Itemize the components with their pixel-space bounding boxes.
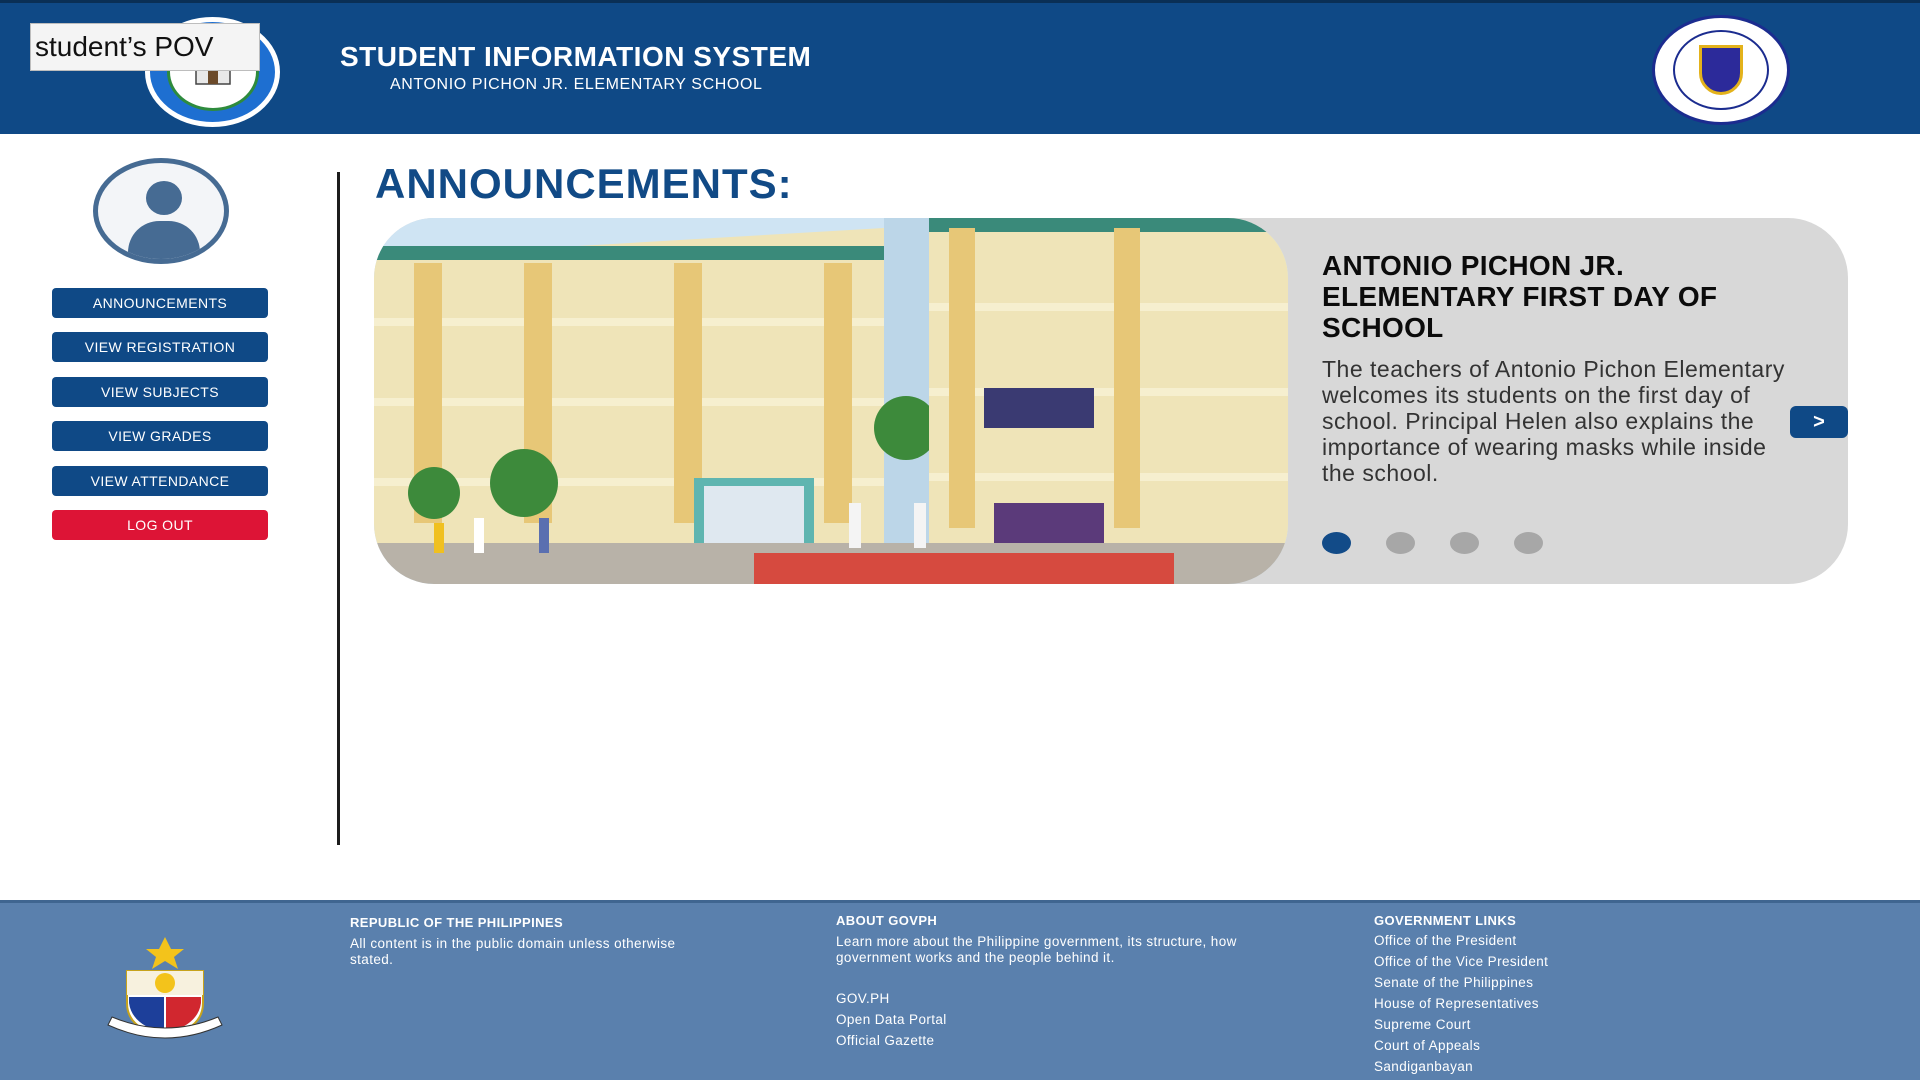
carousel-dot[interactable] <box>1322 532 1351 554</box>
footer-col-about: ABOUT GOVPH Learn more about the Philipp… <box>836 913 1306 1051</box>
avatar[interactable] <box>93 158 229 264</box>
carousel-dot[interactable] <box>1386 532 1415 554</box>
footer-text: Learn more about the Philippine governme… <box>836 934 1237 965</box>
footer-col-republic: REPUBLIC OF THE PHILIPPINES All content … <box>350 915 690 968</box>
footer-link-senate[interactable]: Senate of the Philippines <box>1374 972 1694 993</box>
footer-heading: GOVERNMENT LINKS <box>1374 913 1517 928</box>
announcement-body: The teachers of Antonio Pichon Elementar… <box>1322 356 1785 486</box>
page-title: ANNOUNCEMENTS: <box>375 160 793 207</box>
nav-view-attendance-button[interactable]: VIEW ATTENDANCE <box>52 466 268 496</box>
footer-link-house[interactable]: House of Representatives <box>1374 993 1694 1014</box>
footer-link-court-of-appeals[interactable]: Court of Appeals <box>1374 1035 1694 1056</box>
site-footer: REPUBLIC OF THE PHILIPPINES All content … <box>0 900 1920 1080</box>
philippine-seal-icon <box>107 937 223 1039</box>
footer-link-govph[interactable]: GOV.PH <box>836 988 1306 1009</box>
user-icon <box>146 181 182 215</box>
announcement-carousel: ANTONIO PICHON JR. ELEMENTARY FIRST DAY … <box>374 218 1848 584</box>
nav-view-grades-button[interactable]: VIEW GRADES <box>52 421 268 451</box>
footer-link-open-data[interactable]: Open Data Portal <box>836 1009 1306 1030</box>
footer-link-sandiganbayan[interactable]: Sandiganbayan <box>1374 1056 1694 1077</box>
footer-link-official-gazette[interactable]: Official Gazette <box>836 1030 1306 1051</box>
footer-heading: ABOUT GOVPH <box>836 913 938 928</box>
footer-link-president[interactable]: Office of the President <box>1374 930 1694 951</box>
deped-seal-icon <box>1673 30 1769 110</box>
sidebar-divider <box>337 172 340 845</box>
announcement-photo <box>374 218 1288 584</box>
footer-link-vice-president[interactable]: Office of the Vice President <box>1374 951 1694 972</box>
carousel-dots <box>1322 532 1543 554</box>
carousel-dot[interactable] <box>1450 532 1479 554</box>
footer-heading: REPUBLIC OF THE PHILIPPINES <box>350 915 564 930</box>
pov-label: student’s POV <box>30 23 260 71</box>
deped-logo <box>1652 15 1790 125</box>
site-header: student’s POV STUDENT INFORMATION SYSTEM… <box>0 0 1920 134</box>
footer-link-supreme-court[interactable]: Supreme Court <box>1374 1014 1694 1035</box>
system-title: STUDENT INFORMATION SYSTEM <box>340 41 812 72</box>
next-slide-button[interactable]: > <box>1790 406 1848 438</box>
footer-col-gov-links: GOVERNMENT LINKS Office of the President… <box>1374 913 1694 1077</box>
nav-view-subjects-button[interactable]: VIEW SUBJECTS <box>52 377 268 407</box>
announcement-title: ANTONIO PICHON JR. ELEMENTARY FIRST DAY … <box>1322 250 1718 343</box>
nav-view-registration-button[interactable]: VIEW REGISTRATION <box>52 332 268 362</box>
school-name: ANTONIO PICHON JR. ELEMENTARY SCHOOL <box>390 76 763 93</box>
nav-announcements-button[interactable]: ANNOUNCEMENTS <box>52 288 268 318</box>
logout-button[interactable]: LOG OUT <box>52 510 268 540</box>
carousel-dot[interactable] <box>1514 532 1543 554</box>
footer-text: All content is in the public domain unle… <box>350 936 676 967</box>
